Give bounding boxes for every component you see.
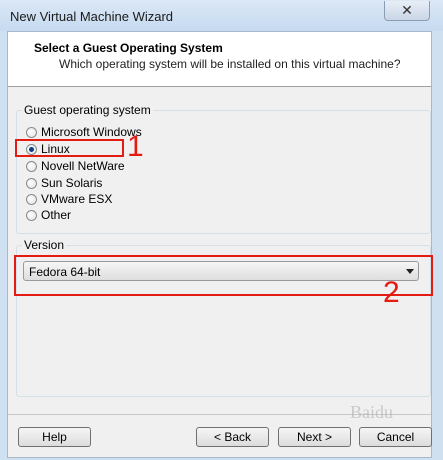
radio-button-icon bbox=[26, 193, 37, 205]
back-button[interactable]: < Back bbox=[196, 427, 269, 447]
help-button[interactable]: Help bbox=[18, 427, 91, 447]
radio-button-icon bbox=[26, 126, 37, 138]
wizard-body: Select a Guest Operating System Which op… bbox=[7, 31, 432, 458]
annotation-number-2: 2 bbox=[383, 276, 400, 309]
annotation-number-1: 1 bbox=[127, 130, 144, 163]
cancel-button[interactable]: Cancel bbox=[359, 427, 432, 447]
close-icon: ✕ bbox=[401, 2, 413, 18]
window-title: New Virtual Machine Wizard bbox=[10, 9, 174, 24]
page-subtitle: Which operating system will be installed… bbox=[59, 57, 401, 71]
radio-novell-netware[interactable]: Novell NetWare bbox=[26, 158, 125, 174]
guest-os-group-label: Guest operating system bbox=[22, 103, 153, 117]
radio-label: Sun Solaris bbox=[41, 176, 103, 190]
radio-label: Other bbox=[41, 208, 72, 222]
radio-sun-solaris[interactable]: Sun Solaris bbox=[26, 175, 102, 191]
radio-label: VMware ESX bbox=[41, 192, 113, 206]
radio-button-icon bbox=[26, 160, 37, 172]
radio-microsoft-windows[interactable]: Microsoft Windows bbox=[26, 124, 142, 140]
radio-button-icon bbox=[26, 209, 37, 221]
wizard-header: Select a Guest Operating System Which op… bbox=[8, 32, 431, 87]
next-button[interactable]: Next > bbox=[278, 427, 351, 447]
title-bar: New Virtual Machine Wizard ✕ bbox=[0, 0, 443, 31]
watermark: Baidu bbox=[350, 402, 393, 422]
radio-vmware-esx[interactable]: VMware ESX bbox=[26, 191, 112, 207]
radio-other[interactable]: Other bbox=[26, 207, 71, 223]
radio-label: Novell NetWare bbox=[41, 159, 125, 173]
close-button[interactable]: ✕ bbox=[384, 1, 430, 21]
annotation-box-2 bbox=[14, 255, 433, 296]
page-title: Select a Guest Operating System bbox=[34, 41, 223, 55]
wizard-window: New Virtual Machine Wizard ✕ Select a Gu… bbox=[0, 0, 443, 460]
radio-button-icon bbox=[26, 177, 37, 189]
version-group-label: Version bbox=[22, 238, 67, 252]
annotation-box-1 bbox=[15, 139, 124, 157]
